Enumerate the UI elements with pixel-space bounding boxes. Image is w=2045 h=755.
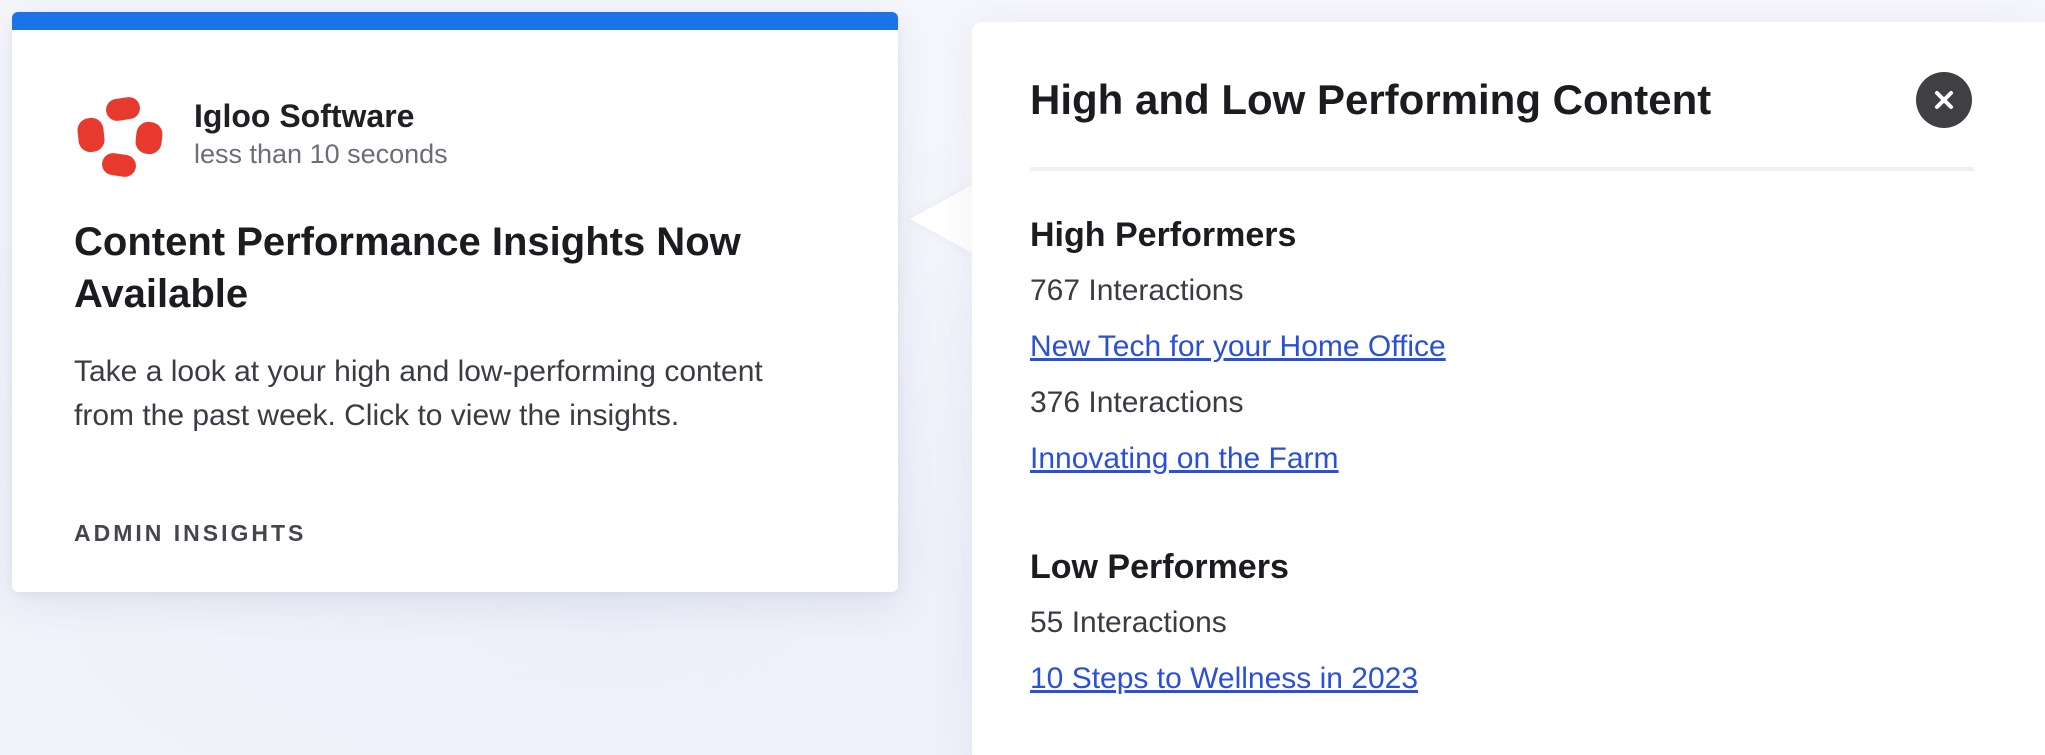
interaction-count: 55 Interactions bbox=[1030, 606, 1227, 639]
sender-name: Igloo Software bbox=[194, 98, 415, 134]
notification-body: Take a look at your high and low-perform… bbox=[74, 355, 763, 432]
insights-panel: High and Low Performing Content High Per… bbox=[972, 22, 2045, 755]
high-performers-section: High Performers 767 Interactions New Tec… bbox=[1030, 212, 1446, 492]
notification-card[interactable]: Igloo Software less than 10 seconds Cont… bbox=[12, 12, 898, 592]
interaction-count: 376 Interactions bbox=[1030, 386, 1244, 419]
interaction-count: 767 Interactions bbox=[1030, 274, 1244, 307]
notification-title: Content Performance Insights Now Availab… bbox=[74, 220, 741, 316]
low-performers-heading: Low Performers bbox=[1030, 548, 1289, 586]
high-performers-heading: High Performers bbox=[1030, 216, 1297, 254]
notification-timestamp: less than 10 seconds bbox=[194, 139, 448, 169]
notification-accent-bar bbox=[12, 12, 898, 30]
content-link-wellness[interactable]: 10 Steps to Wellness in 2023 bbox=[1030, 656, 1418, 712]
low-performers-section: Low Performers 55 Interactions 10 Steps … bbox=[1030, 544, 1418, 712]
igloo-logo-icon bbox=[76, 92, 164, 179]
close-icon bbox=[1935, 91, 1953, 109]
content-link-innovating-farm[interactable]: Innovating on the Farm bbox=[1030, 436, 1446, 492]
panel-title: High and Low Performing Content bbox=[1030, 76, 1712, 123]
stage: Igloo Software less than 10 seconds Cont… bbox=[0, 0, 2045, 755]
notification-header: Igloo Software less than 10 seconds bbox=[76, 92, 448, 179]
content-link-new-tech[interactable]: New Tech for your Home Office bbox=[1030, 324, 1446, 380]
panel-pointer bbox=[910, 185, 972, 253]
close-button[interactable] bbox=[1916, 72, 1972, 128]
panel-divider bbox=[1030, 167, 1974, 171]
sender-block: Igloo Software less than 10 seconds bbox=[194, 96, 448, 172]
notification-category-tag: ADMIN INSIGHTS bbox=[74, 520, 307, 546]
